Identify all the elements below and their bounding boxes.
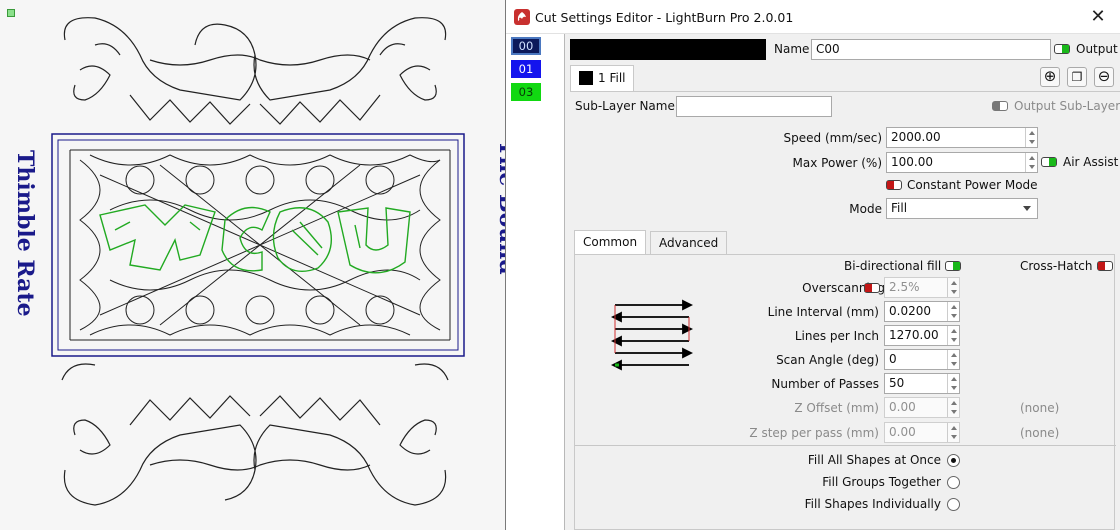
line-interval-label: Line Interval (mm)	[767, 305, 879, 319]
mode-label: Mode	[849, 202, 882, 216]
lines-per-inch-input[interactable]: 1270.00	[884, 325, 960, 346]
name-input[interactable]: C00	[811, 39, 1051, 60]
z-step-value: 0.00	[889, 425, 916, 439]
close-icon[interactable]: ✕	[1075, 0, 1120, 34]
output-toggle[interactable]	[1054, 44, 1070, 54]
fill-groups-together-label: Fill Groups Together	[822, 475, 941, 489]
panel-separator	[575, 445, 1116, 446]
z-offset-value: 0.00	[889, 400, 916, 414]
overscanning-label: Overscanning	[802, 281, 885, 295]
sublayer-name-input[interactable]	[676, 96, 832, 117]
passes-input[interactable]: 50	[884, 373, 960, 394]
layer-chip-03[interactable]: 03	[511, 83, 541, 101]
overscanning-input[interactable]: 2.5%	[884, 277, 960, 298]
z-offset-note: (none)	[1020, 401, 1060, 415]
add-sublayer-button[interactable]: ⊕	[1040, 67, 1060, 87]
output-sublayer-label: Output Sub-Layer	[1014, 99, 1120, 113]
tab-sublayer-1-fill[interactable]: 1 Fill	[570, 65, 635, 92]
speed-input[interactable]: 2000.00	[886, 127, 1038, 148]
z-offset-input[interactable]: 0.00	[884, 397, 960, 418]
air-assist-toggle[interactable]	[1041, 157, 1057, 167]
crosshatch-toggle[interactable]	[1097, 261, 1113, 271]
z-offset-label: Z Offset (mm)	[794, 401, 879, 415]
scan-angle-value: 0	[889, 352, 897, 366]
overscanning-value: 2.5%	[889, 280, 920, 294]
layer-chip-01[interactable]: 01	[511, 60, 541, 78]
window-title: Cut Settings Editor - LightBurn Pro 2.0.…	[535, 10, 794, 25]
left-side-text: Thimble Rate	[12, 150, 38, 317]
max-power-spinner[interactable]	[1025, 153, 1037, 172]
minus-circle-icon: ⊖	[1097, 67, 1111, 85]
z-step-label: Z step per pass (mm)	[749, 426, 879, 440]
max-power-value: 100.00	[891, 155, 933, 169]
remove-sublayer-button[interactable]: ⊖	[1094, 67, 1114, 87]
fill-all-shapes-label: Fill All Shapes at Once	[807, 453, 941, 467]
chevron-down-icon	[1023, 206, 1031, 211]
lines-per-inch-spinner[interactable]	[947, 326, 959, 345]
max-power-input[interactable]: 100.00	[886, 152, 1038, 173]
layer-color-swatch[interactable]	[570, 39, 766, 60]
fill-groups-together-radio[interactable]	[947, 476, 960, 489]
z-step-spinner[interactable]	[947, 423, 959, 442]
bidirectional-label: Bi-directional fill	[844, 259, 942, 273]
z-step-note: (none)	[1020, 426, 1060, 440]
celtic-artwork: Thimble Rate The Bound	[12, 17, 505, 506]
cut-settings-dialog: Cut Settings Editor - LightBurn Pro 2.0.…	[505, 0, 1120, 530]
tab-divider	[570, 91, 1120, 92]
scan-angle-spinner[interactable]	[947, 350, 959, 369]
z-offset-spinner[interactable]	[947, 398, 959, 417]
sublayer-name-label: Sub-Layer Name	[575, 99, 675, 113]
sublayer-color-swatch	[579, 71, 593, 85]
fill-all-shapes-radio[interactable]	[947, 454, 960, 467]
right-side-text: The Bound	[494, 140, 505, 275]
fill-shapes-individually-label: Fill Shapes Individually	[804, 497, 941, 511]
mode-value: Fill	[891, 201, 908, 215]
tab-common[interactable]: Common	[574, 230, 647, 254]
scan-direction-preview-icon	[611, 299, 693, 371]
speed-spinner[interactable]	[1025, 128, 1037, 147]
overscanning-spinner[interactable]	[947, 278, 959, 297]
scan-angle-input[interactable]: 0	[884, 349, 960, 370]
design-canvas[interactable]: Thimble Rate The Bound	[0, 0, 505, 530]
output-label: Output	[1076, 42, 1118, 56]
passes-spinner[interactable]	[947, 374, 959, 393]
plus-circle-icon: ⊕	[1043, 67, 1057, 85]
common-settings-panel: Bi-directional fill Cross-Hatch Overscan…	[574, 254, 1116, 530]
air-assist-label: Air Assist	[1063, 155, 1119, 169]
layer-chip-00[interactable]: 00	[511, 37, 541, 55]
bidirectional-toggle[interactable]	[945, 261, 961, 271]
lines-per-inch-label: Lines per Inch	[794, 329, 879, 343]
line-interval-input[interactable]: 0.0200	[884, 301, 960, 322]
sublayer-tab-label: 1 Fill	[598, 71, 626, 85]
tab-advanced[interactable]: Advanced	[650, 231, 728, 254]
name-label: Name	[774, 42, 810, 56]
title-bar[interactable]: Cut Settings Editor - LightBurn Pro 2.0.…	[506, 0, 1120, 34]
duplicate-sublayer-button[interactable]: ❐	[1067, 67, 1087, 87]
copy-icon: ❐	[1071, 70, 1083, 84]
line-interval-spinner[interactable]	[947, 302, 959, 321]
max-power-label: Max Power (%)	[792, 156, 882, 170]
line-interval-value: 0.0200	[889, 304, 931, 318]
scan-angle-label: Scan Angle (deg)	[776, 353, 879, 367]
crosshatch-label: Cross-Hatch	[1020, 259, 1093, 273]
constant-power-label: Constant Power Mode	[907, 178, 1038, 192]
speed-value: 2000.00	[891, 130, 941, 144]
passes-label: Number of Passes	[771, 377, 879, 391]
mode-select[interactable]: Fill	[886, 198, 1038, 219]
output-sublayer-toggle[interactable]	[992, 101, 1008, 111]
lines-per-inch-value: 1270.00	[889, 328, 939, 342]
layer-list: 00 01 03	[506, 34, 565, 530]
overscanning-toggle[interactable]	[864, 283, 880, 293]
constant-power-toggle[interactable]	[886, 180, 902, 190]
z-step-input[interactable]: 0.00	[884, 422, 960, 443]
speed-label: Speed (mm/sec)	[783, 131, 882, 145]
passes-value: 50	[889, 376, 905, 390]
lightburn-app-icon	[514, 9, 530, 25]
fill-shapes-individually-radio[interactable]	[947, 498, 960, 511]
